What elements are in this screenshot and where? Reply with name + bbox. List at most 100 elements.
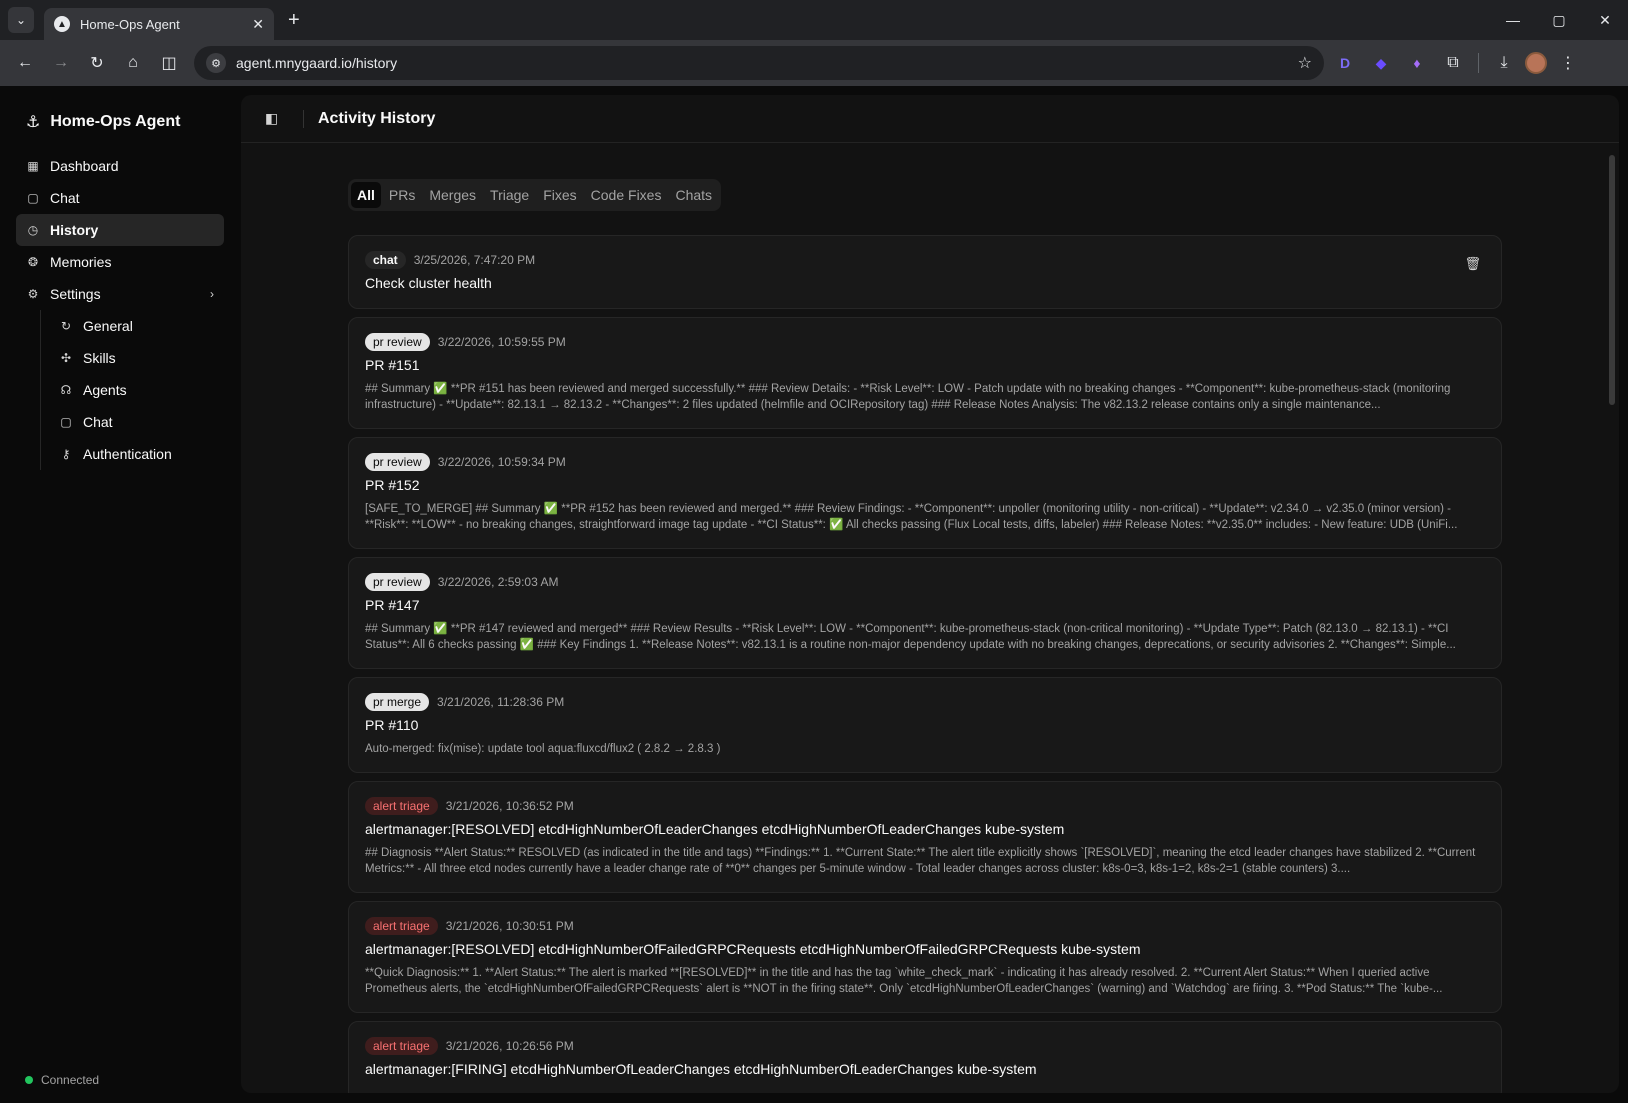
home-icon[interactable]: ⌂ [118,48,148,78]
history-entry[interactable]: alert triage 3/21/2026, 10:26:56 PM aler… [348,1021,1502,1093]
filter-merges[interactable]: Merges [423,182,482,208]
reload-icon[interactable]: ↻ [82,48,112,78]
filter-chats[interactable]: Chats [669,182,718,208]
page-title: Activity History [318,109,436,127]
sidebar-item-label: Dashboard [50,158,119,174]
settings-submenu: ↻ General ✣ Skills ☊ Agents ▢ Chat ⚷ Aut… [40,310,224,470]
history-entry[interactable]: alert triage 3/21/2026, 10:30:51 PM aler… [348,901,1502,1013]
entry-date: 3/21/2026, 10:26:56 PM [445,1039,574,1053]
history-entry[interactable]: pr review 3/22/2026, 10:59:34 PM PR #152… [348,437,1502,549]
sidebar-item-skills[interactable]: ✣ Skills [49,342,224,374]
sidebar-item-agents[interactable]: ☊ Agents [49,374,224,406]
back-icon[interactable]: ← [10,48,40,78]
entry-title: alertmanager:[RESOLVED] etcdHighNumberOf… [365,941,1141,957]
entry-title: Check cluster health [365,275,492,291]
filter-prs[interactable]: PRs [383,182,421,208]
entry-title: alertmanager:[RESOLVED] etcdHighNumberOf… [365,821,1065,837]
bookmark-star-icon[interactable]: ☆ [1298,53,1312,73]
extension-cube-icon[interactable]: ◆ [1366,48,1396,78]
gear-icon: ⚙ [27,287,39,301]
site-info-icon[interactable]: ⚙ [206,53,226,73]
main-panel: ◧ Activity History All PRs Merges Triage… [241,95,1619,1093]
sidebar-toggle-icon[interactable]: ◧ [265,110,285,127]
split-view-icon[interactable]: ◫ [154,48,184,78]
download-icon[interactable]: ⤓ [1489,48,1519,78]
extensions-puzzle-icon[interactable]: ⧉ [1438,48,1468,78]
browser-tab-bar: ⌄ ▲ Home-Ops Agent ✕ + — ▢ ✕ [0,0,1628,40]
sidebar-item-label: Agents [83,382,127,398]
history-entry[interactable]: pr merge 3/21/2026, 11:28:36 PM PR #110 … [348,677,1502,773]
close-window-icon[interactable]: ✕ [1582,0,1628,40]
entry-date: 3/21/2026, 10:36:52 PM [445,799,574,813]
type-badge: alert triage [365,1037,438,1055]
type-badge: pr review [365,453,430,471]
sidebar-item-settings[interactable]: ⚙ Settings › [16,278,224,310]
close-tab-icon[interactable]: ✕ [252,16,264,33]
sidebar-item-label: History [50,222,99,238]
sidebar: ⚓ Home-Ops Agent ▦ Dashboard ▢ Chat ◷ Hi… [0,86,240,1103]
type-badge: alert triage [365,797,438,815]
main-header: ◧ Activity History [241,95,1619,143]
entry-summary: [SAFE_TO_MERGE] ## Summary ✅ **PR #152 h… [365,503,1458,531]
sidebar-item-label: Chat [50,190,80,206]
sidebar-item-settings-chat[interactable]: ▢ Chat [49,406,224,438]
memories-icon: ❂ [27,255,39,269]
bot-icon: ☊ [60,383,72,397]
sidebar-item-label: Settings [50,286,101,302]
browser-tab[interactable]: ▲ Home-Ops Agent ✕ [44,8,274,40]
entry-summary: ## Summary ✅ **PR #151 has been reviewed… [365,383,1451,411]
history-icon: ◷ [27,223,39,237]
entry-date: 3/21/2026, 10:30:51 PM [445,919,574,933]
sidebar-item-label: Memories [50,254,112,270]
dashboard-icon: ▦ [27,159,39,173]
url-text[interactable]: agent.mnygaard.io/history [236,55,1298,71]
filter-code-fixes[interactable]: Code Fixes [585,182,668,208]
entry-title: alertmanager:[FIRING] etcdHighNumberOfLe… [365,1061,1037,1077]
filter-triage[interactable]: Triage [484,182,535,208]
tab-title: Home-Ops Agent [80,16,180,32]
forward-icon[interactable]: → [46,48,76,78]
type-badge: alert triage [365,917,438,935]
profile-avatar[interactable] [1525,52,1547,74]
extension-gem-icon[interactable]: ♦ [1402,48,1432,78]
entry-title: PR #147 [365,597,420,613]
sidebar-item-chat[interactable]: ▢ Chat [16,182,224,214]
menu-kebab-icon[interactable]: ⋮ [1553,48,1583,78]
maximize-icon[interactable]: ▢ [1536,0,1582,40]
favicon-icon: ▲ [54,16,70,32]
extension-d-icon[interactable]: D [1330,48,1360,78]
status-dot [25,1076,33,1084]
brand-name: Home-Ops Agent [50,113,181,130]
minimize-icon[interactable]: — [1490,0,1536,40]
window-controls: — ▢ ✕ [1490,0,1628,40]
filter-all[interactable]: All [351,182,381,208]
tab-search-button[interactable]: ⌄ [8,7,34,33]
type-badge: pr review [365,573,430,591]
entry-summary: ## Diagnosis **Alert Status:** RESOLVED … [365,847,1476,875]
history-entry[interactable]: pr review 3/22/2026, 2:59:03 AM PR #147 … [348,557,1502,669]
entry-date: 3/21/2026, 11:28:36 PM [437,695,565,709]
browser-toolbar: ← → ↻ ⌂ ◫ ⚙ agent.mnygaard.io/history ☆ … [0,40,1628,86]
status-text: Connected [41,1073,100,1087]
entry-date: 3/22/2026, 10:59:55 PM [437,335,566,349]
scrollbar[interactable] [1609,155,1615,405]
sidebar-item-label: Authentication [83,446,172,462]
history-entry[interactable]: pr review 3/22/2026, 10:59:55 PM PR #151… [348,317,1502,429]
filter-fixes[interactable]: Fixes [537,182,582,208]
sidebar-item-authentication[interactable]: ⚷ Authentication [49,438,224,470]
history-entry[interactable]: chat 3/25/2026, 7:47:20 PM Check cluster… [348,235,1502,309]
type-badge: pr merge [365,693,430,711]
entry-summary: Auto-merged: fix(mise): update tool aqua… [365,743,721,755]
header-divider [303,109,304,128]
puzzle-icon: ✣ [60,351,72,365]
new-tab-button[interactable]: + [288,9,300,32]
sidebar-item-general[interactable]: ↻ General [49,310,224,342]
entry-title: PR #110 [365,717,419,733]
sidebar-item-dashboard[interactable]: ▦ Dashboard [16,150,224,182]
history-entry[interactable]: alert triage 3/21/2026, 10:36:52 PM aler… [348,781,1502,893]
sidebar-item-history[interactable]: ◷ History [16,214,224,246]
sidebar-item-memories[interactable]: ❂ Memories [16,246,224,278]
trash-icon[interactable]: 🗑 [1464,256,1481,272]
brand[interactable]: ⚓ Home-Ops Agent [16,106,224,138]
address-bar[interactable]: ⚙ agent.mnygaard.io/history ☆ [194,46,1324,80]
